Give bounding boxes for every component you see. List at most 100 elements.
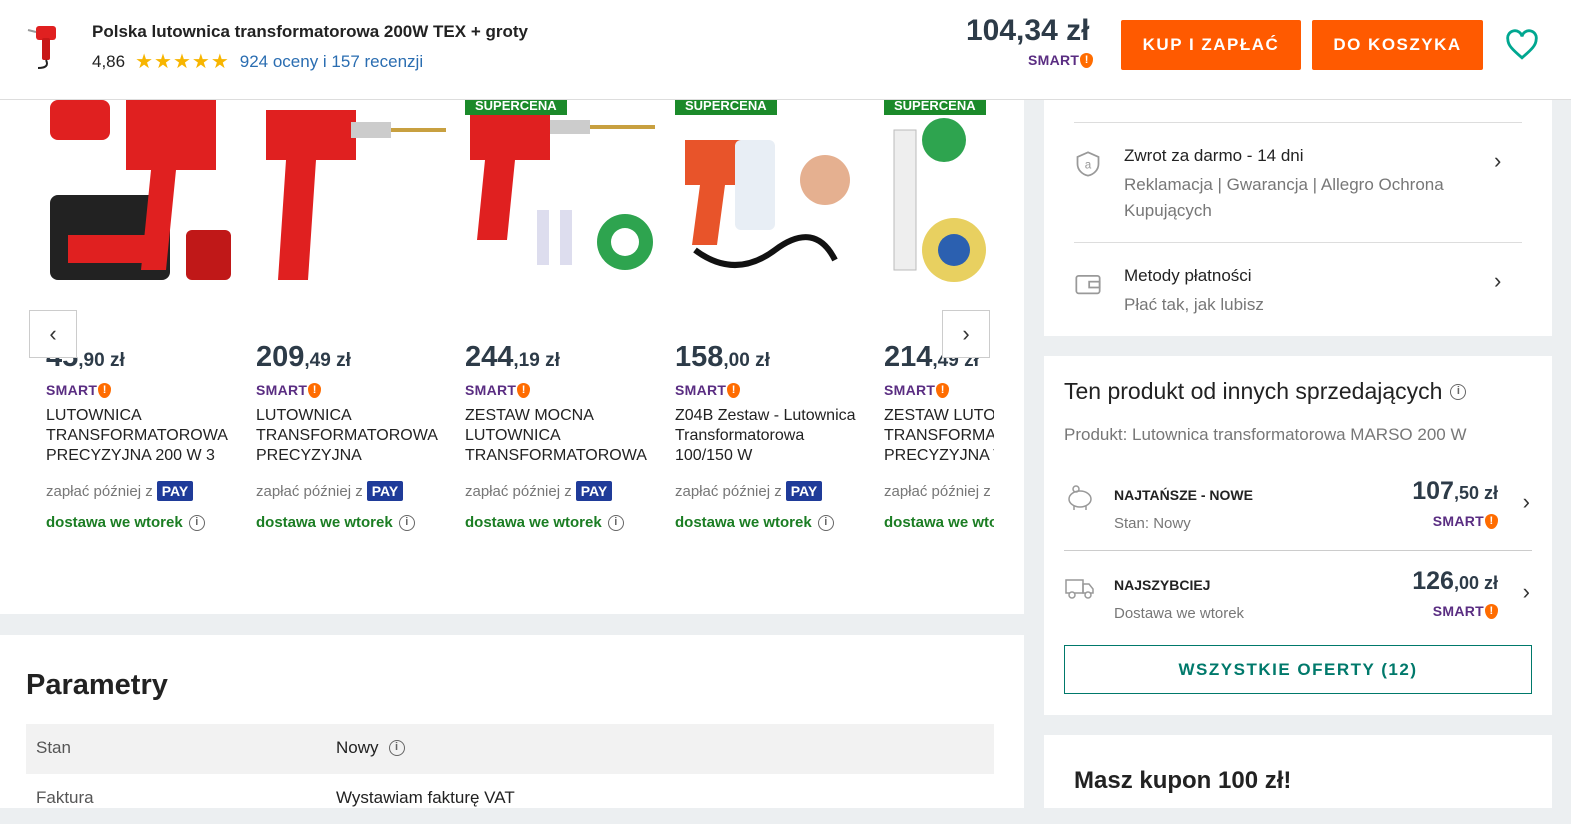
- return-policy-item[interactable]: a Zwrot za darmo - 14 dni Reklamacja | G…: [1074, 146, 1522, 226]
- info-icon[interactable]: i: [388, 740, 405, 756]
- rating-value: 4,86: [92, 51, 126, 71]
- product-image[interactable]: [465, 100, 655, 290]
- offer-label: NAJSZYBCIEJ: [1114, 577, 1211, 593]
- delivery-info: dostawa we wtoreki: [884, 514, 994, 531]
- smart-icon: !: [1080, 52, 1094, 68]
- price-cents: ,00 zł: [1453, 573, 1498, 593]
- recommended-carousel: 45,90 zł SMART! LUTOWNICA TRANSFORMATORO…: [0, 100, 1024, 614]
- smart-icon: !: [1485, 513, 1498, 529]
- parameter-row: Faktura Wystawiam fakturę VAT: [26, 774, 994, 824]
- truck-icon: [1065, 579, 1094, 599]
- shield-icon: a: [1076, 151, 1100, 177]
- smart-badge: SMART!: [46, 382, 112, 398]
- product-image[interactable]: [675, 100, 865, 290]
- parameter-value: Nowy i: [336, 738, 405, 758]
- reviews-link[interactable]: 924 oceny i 157 recenzji: [240, 52, 423, 72]
- smart-icon: !: [98, 382, 112, 398]
- pay-later-text: zapłać później z: [465, 482, 572, 500]
- smart-badge: SMART!: [1433, 603, 1498, 619]
- price-main: 158: [675, 341, 724, 373]
- pay-later: zapłać później zPAY: [465, 481, 613, 501]
- info-icon[interactable]: i: [398, 514, 415, 531]
- smart-icon: !: [308, 382, 322, 398]
- supercena-badge: SUPERCENA: [465, 100, 567, 115]
- price-main: 107: [1412, 477, 1454, 505]
- product-image[interactable]: [256, 100, 446, 290]
- smart-icon: !: [727, 382, 741, 398]
- product-image[interactable]: [46, 100, 236, 290]
- services-box: a Zwrot za darmo - 14 dni Reklamacja | G…: [1044, 100, 1552, 336]
- offer-subtitle: Dostawa we wtorek: [1114, 605, 1245, 622]
- delivery-info: dostawa we wtorek i: [465, 514, 624, 531]
- pay-badge: PAY: [366, 481, 404, 501]
- card-title[interactable]: ZESTAW LUTOWNICA TRANSFORMATOROWA PRECYZ…: [884, 406, 994, 466]
- card-title[interactable]: LUTOWNICA TRANSFORMATOROWA PRECYZYJNA: [256, 406, 446, 466]
- info-icon[interactable]: i: [607, 514, 624, 531]
- smart-badge: SMART!: [1028, 52, 1094, 68]
- smart-icon: !: [936, 382, 950, 398]
- price-cents: ,50 zł: [1453, 483, 1498, 503]
- payment-methods-item[interactable]: Metody płatności Płać tak, jak lubisz ›: [1074, 266, 1522, 326]
- rating: 4,86 ★★★★★ 924 oceny i 157 recenzji: [92, 49, 423, 74]
- price-cents: ,19 zł: [513, 350, 560, 371]
- all-offers-button[interactable]: WSZYSTKIE OFERTY (12): [1064, 645, 1532, 694]
- smart-badge: SMART!: [465, 382, 531, 398]
- delivery-text: dostawa we wtorek: [256, 514, 393, 531]
- price-main: 209: [256, 341, 305, 373]
- chevron-right-icon[interactable]: ›: [942, 310, 990, 358]
- card-title[interactable]: LUTOWNICA TRANSFORMATOROWA PRECYZYJNA 20…: [46, 406, 236, 466]
- delivery-text: dostawa we wtorek: [884, 514, 994, 531]
- offer-price: 126,00 zł: [1412, 567, 1498, 596]
- return-title: Zwrot za darmo - 14 dni: [1124, 146, 1304, 165]
- card-title[interactable]: ZESTAW MOCNA LUTOWNICA TRANSFORMATOROWA: [465, 406, 655, 466]
- add-to-cart-button[interactable]: DO KOSZYKA: [1312, 20, 1483, 70]
- delivery-info: dostawa we wtorek i: [46, 514, 205, 531]
- pay-later-text: zapłać później z: [884, 482, 991, 500]
- offer-cheapest[interactable]: NAJTAŃSZE - NOWE Stan: Nowy 107,50 zł SM…: [1064, 461, 1532, 551]
- heart-icon[interactable]: [1505, 28, 1539, 62]
- chevron-left-icon[interactable]: ‹: [29, 310, 77, 358]
- delivery-text: dostawa we wtorek: [675, 514, 812, 531]
- delivery-text: dostawa we wtorek: [46, 514, 183, 531]
- product-thumbnail[interactable]: [22, 20, 72, 70]
- coupon-box: Masz kupon 100 zł!: [1044, 735, 1552, 808]
- price-main: 126: [1412, 567, 1454, 595]
- payment-subtitle: Płać tak, jak lubisz: [1124, 295, 1264, 314]
- smart-badge: SMART!: [1433, 513, 1498, 529]
- buy-now-button[interactable]: KUP I ZAPŁAĆ: [1121, 20, 1301, 70]
- payment-title: Metody płatności: [1124, 266, 1252, 285]
- info-icon[interactable]: i: [188, 514, 205, 531]
- smart-label: SMART: [1028, 52, 1080, 68]
- delivery-text: dostawa we wtorek: [465, 514, 602, 531]
- product-image[interactable]: [884, 100, 994, 290]
- pay-later: zapłać później zPAY: [256, 481, 404, 501]
- supercena-badge: SUPERCENA: [884, 100, 986, 115]
- other-sellers-subtitle: Produkt: Lutownica transformatorowa MARS…: [1064, 425, 1467, 444]
- sticky-header: Polska lutownica transformatorowa 200W T…: [0, 0, 1571, 100]
- smart-badge: SMART!: [256, 382, 322, 398]
- pay-later: zapłać później zPAY: [884, 481, 994, 501]
- smart-icon: !: [1485, 603, 1498, 619]
- card-title[interactable]: Z04B Zestaw - Lutownica Transformatorowa…: [675, 406, 865, 466]
- price-main: 214: [884, 341, 933, 373]
- info-icon[interactable]: i: [1450, 383, 1467, 400]
- price-cents: ,00 zł: [723, 350, 770, 371]
- delivery-info: dostawa we wtorek i: [256, 514, 415, 531]
- pay-later: zapłać później zPAY: [675, 481, 823, 501]
- return-subtitle: Reklamacja | Gwarancja | Allegro Ochrona…: [1124, 175, 1444, 220]
- offer-fastest[interactable]: NAJSZYBCIEJ Dostawa we wtorek 126,00 zł …: [1064, 551, 1532, 641]
- parameter-key: Stan: [36, 738, 71, 757]
- product-title: Polska lutownica transformatorowa 200W T…: [92, 22, 528, 41]
- info-icon[interactable]: i: [817, 514, 834, 531]
- card-price: 244,19 zł: [465, 341, 560, 374]
- chevron-right-icon: ›: [1494, 148, 1502, 173]
- delivery-info: dostawa we wtorek i: [675, 514, 834, 531]
- offer-price: 107,50 zł: [1412, 477, 1498, 506]
- pay-later-text: zapłać później z: [46, 482, 153, 500]
- chevron-right-icon: ›: [1522, 579, 1530, 604]
- divider: [1074, 122, 1522, 123]
- divider: [1074, 242, 1522, 243]
- price-cents: ,90 zł: [78, 350, 125, 371]
- chevron-right-icon: ›: [1522, 489, 1530, 514]
- card-price: 209,49 zł: [256, 341, 351, 374]
